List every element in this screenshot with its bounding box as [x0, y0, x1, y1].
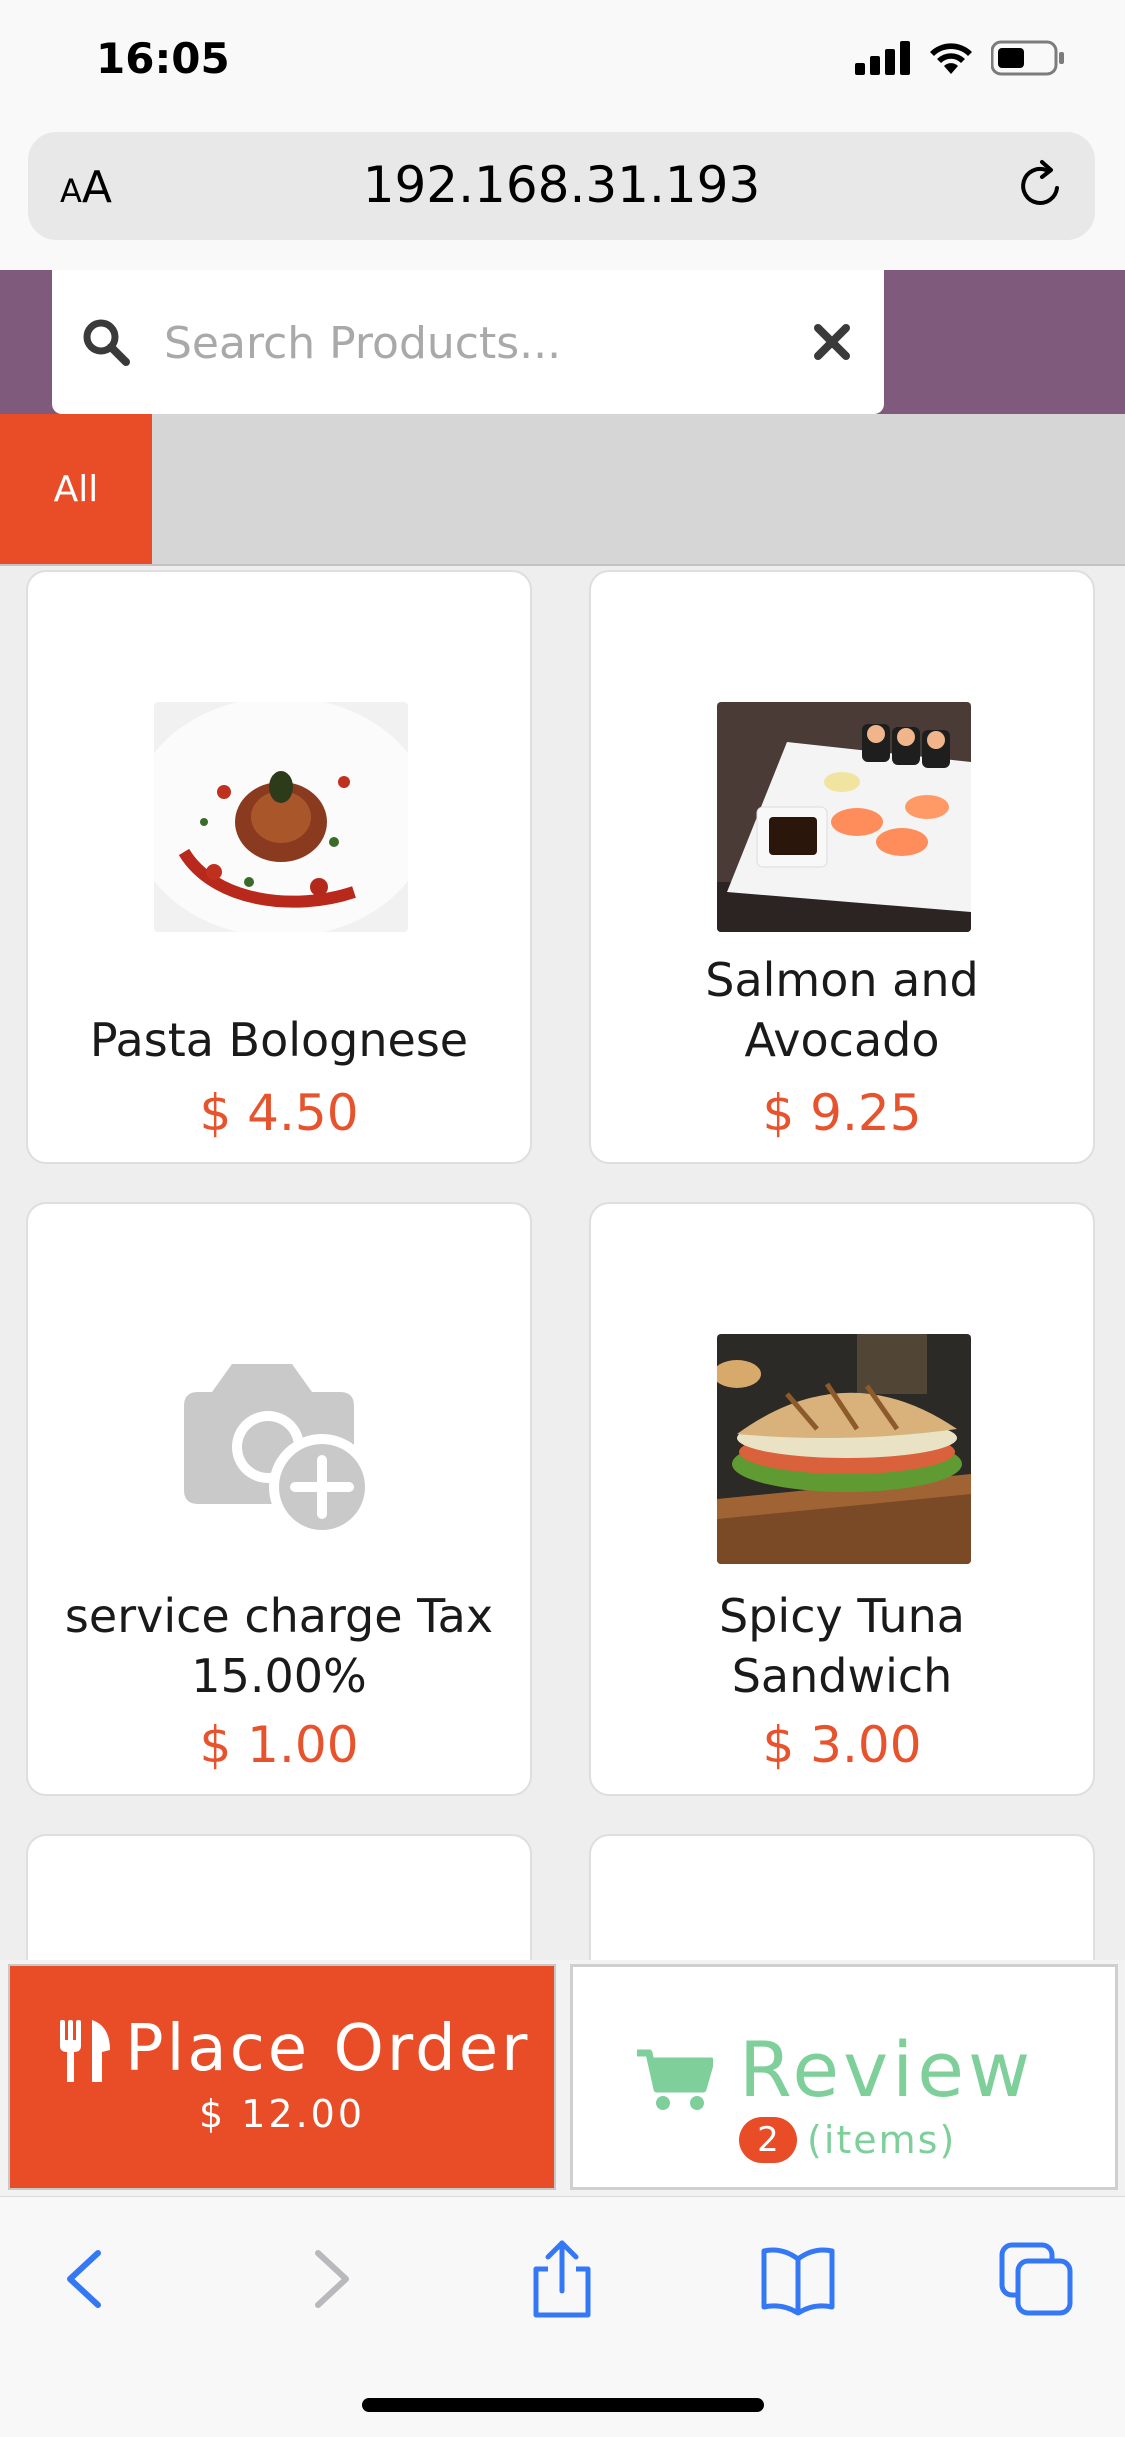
product-card[interactable]: Salmon and Avocado $ 9.25: [589, 570, 1095, 1164]
battery-icon: [991, 40, 1064, 76]
order-total: $ 12.00: [198, 2092, 366, 2136]
cutlery-icon: [60, 2020, 110, 2082]
review-button[interactable]: Review 2 (items): [570, 1964, 1118, 2190]
share-icon[interactable]: [522, 2239, 602, 2319]
product-name: service charge Tax 15.00%: [64, 1589, 494, 1703]
product-grid: Pasta Bolognese $ 4.50 Salmon and Avocad…: [0, 566, 1125, 1962]
product-card[interactable]: [26, 1834, 532, 1962]
back-icon[interactable]: [48, 2239, 128, 2319]
product-name: Pasta Bolognese: [89, 1013, 469, 1067]
review-label: Review: [739, 2025, 1035, 2114]
home-indicator: [362, 2398, 764, 2412]
status-time: 16:05: [96, 34, 230, 83]
product-price: $ 9.25: [762, 1084, 922, 1142]
address-bar[interactable]: AA 192.168.31.193: [28, 132, 1095, 240]
forward-icon[interactable]: [288, 2239, 368, 2319]
sandwich-photo: [717, 1334, 971, 1564]
category-tab-all[interactable]: All: [0, 414, 152, 564]
status-bar: 16:05: [0, 0, 1125, 125]
item-count-badge: 2: [739, 2117, 797, 2163]
add-photo-icon: [154, 1352, 408, 1582]
product-card[interactable]: service charge Tax 15.00% $ 1.00: [26, 1202, 532, 1796]
signal-icon: [855, 41, 910, 75]
status-icons: [855, 40, 1065, 76]
search-box: [52, 270, 884, 414]
product-name: Spicy Tuna Sandwich: [719, 1589, 965, 1703]
product-card[interactable]: [589, 1834, 1095, 1962]
place-order-label: Place Order: [125, 2012, 531, 2086]
search-icon: [83, 319, 130, 366]
product-price: $ 3.00: [762, 1716, 922, 1774]
search-header: [0, 270, 1125, 414]
items-label: (items): [807, 2118, 957, 2162]
category-bar: All: [0, 414, 1125, 566]
url-text: 192.168.31.193: [362, 156, 761, 214]
search-input[interactable]: [162, 310, 786, 376]
product-name: Salmon and Avocado: [705, 953, 979, 1067]
product-card[interactable]: Spicy Tuna Sandwich $ 3.00: [589, 1202, 1095, 1796]
clear-search-icon[interactable]: [810, 320, 854, 364]
review-count-row: 2 (items): [739, 2117, 956, 2163]
cart-icon: [637, 2049, 713, 2110]
order-actions: Place Order $ 12.00 Review 2 (items): [0, 1960, 1125, 2196]
sushi-photo: [717, 702, 971, 932]
product-price: $ 1.00: [199, 1716, 359, 1774]
reload-icon[interactable]: [1013, 158, 1069, 214]
tabs-icon[interactable]: [996, 2239, 1076, 2319]
product-price: $ 4.50: [199, 1084, 359, 1142]
pasta-photo: [154, 702, 408, 932]
bookmarks-icon[interactable]: [758, 2239, 838, 2319]
wifi-icon: [930, 43, 972, 74]
place-order-button[interactable]: Place Order $ 12.00: [8, 1964, 556, 2190]
product-card[interactable]: Pasta Bolognese $ 4.50: [26, 570, 532, 1164]
